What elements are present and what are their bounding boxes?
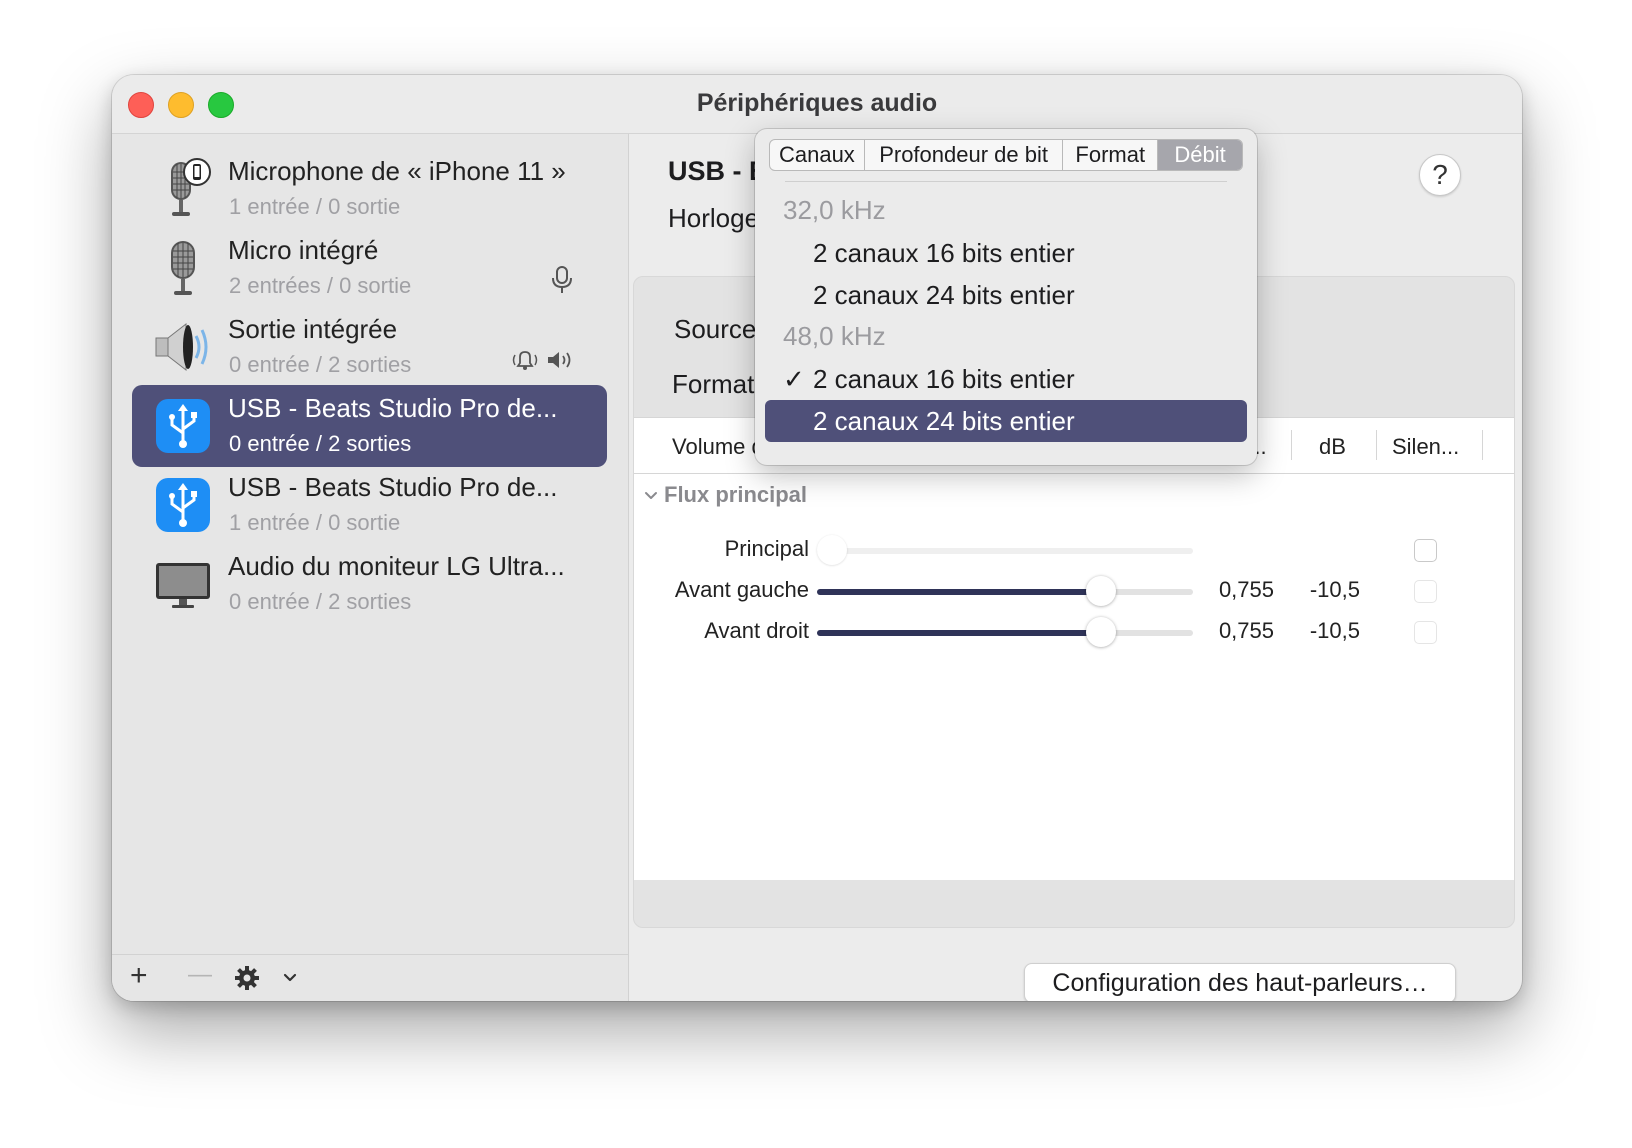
device-io: 0 entrée / 2 sorties bbox=[229, 589, 412, 614]
segment-profondeur-de-bit[interactable]: Profondeur de bit bbox=[865, 140, 1064, 170]
help-button[interactable]: ? bbox=[1419, 154, 1461, 196]
menu-item[interactable]: 2 canaux 24 bits entier bbox=[765, 400, 1247, 442]
channel-label: Avant gauche bbox=[674, 577, 809, 602]
mute-checkbox[interactable] bbox=[1414, 539, 1437, 562]
menu-item[interactable]: ✓ 2 canaux 16 bits entier bbox=[765, 358, 1247, 400]
volume-slider-knob[interactable] bbox=[1085, 617, 1116, 647]
menu-item-label: 2 canaux 16 bits entier bbox=[813, 364, 1075, 394]
format-popup-menu: Canaux Profondeur de bit Format Débit 32,0 … bbox=[755, 129, 1257, 465]
volume-table: Volume d e... dB Silen... Flux principal… bbox=[634, 417, 1514, 880]
usb-icon bbox=[156, 399, 210, 453]
chevron-down-icon[interactable] bbox=[282, 971, 298, 985]
microphone-icon bbox=[171, 241, 195, 295]
device-name: Audio du moniteur LG Ultra... bbox=[228, 551, 565, 581]
monitor-icon bbox=[156, 563, 210, 608]
volume-value: 0,755 bbox=[1218, 618, 1274, 643]
menu-item[interactable]: 2 canaux 24 bits entier bbox=[765, 274, 1247, 316]
volume-slider-fill bbox=[817, 589, 1101, 595]
mute-checkbox[interactable] bbox=[1414, 580, 1437, 603]
volume-db: -10,5 bbox=[1309, 618, 1360, 643]
menu-item-label: 2 canaux 16 bits entier bbox=[813, 238, 1075, 268]
column-volume[interactable]: Volume d bbox=[672, 434, 764, 460]
device-title: USB - B bbox=[668, 156, 769, 186]
title-bar: Périphériques audio bbox=[112, 75, 1522, 134]
device-item-iphone-mic[interactable]: Microphone de « iPhone 11 » 1 entrée / 0… bbox=[132, 148, 607, 230]
speaker-configuration-button[interactable]: Configuration des haut-parleurs… bbox=[1024, 963, 1456, 1001]
add-device-button[interactable]: + bbox=[130, 959, 148, 993]
channel-label: Principal bbox=[724, 536, 809, 561]
column-db[interactable]: dB bbox=[1319, 434, 1346, 460]
iphone-microphone-icon bbox=[171, 158, 211, 216]
device-io: 0 entrée / 2 sorties bbox=[229, 352, 412, 377]
volume-slider-knob bbox=[817, 535, 847, 565]
volume-slider-fill bbox=[817, 630, 1101, 636]
device-io: 2 entrées / 0 sortie bbox=[229, 273, 412, 298]
menu-item-label: 2 canaux 24 bits entier bbox=[813, 280, 1075, 310]
menu-item-label: 48,0 kHz bbox=[783, 321, 886, 351]
volume-slider[interactable] bbox=[817, 576, 1193, 606]
device-name: USB - Beats Studio Pro de... bbox=[228, 472, 558, 502]
group-main-stream[interactable]: Flux principal bbox=[644, 482, 807, 508]
group-label: Flux principal bbox=[664, 482, 808, 507]
volume-slider[interactable] bbox=[817, 617, 1193, 647]
gear-icon[interactable] bbox=[234, 965, 260, 991]
usb-icon bbox=[156, 478, 210, 532]
device-name: Sortie intégrée bbox=[228, 314, 398, 344]
column-mute[interactable]: Silen... bbox=[1392, 434, 1459, 460]
segment-format[interactable]: Format bbox=[1063, 140, 1159, 170]
device-item-builtin-output[interactable]: Sortie intégrée 0 entrée / 2 sorties bbox=[132, 306, 607, 388]
menu-item-label: 2 canaux 24 bits entier bbox=[813, 406, 1075, 436]
speaker-icon bbox=[155, 322, 208, 372]
device-name: Micro intégré bbox=[228, 235, 379, 265]
source-label: Source bbox=[674, 314, 757, 344]
device-item-usb-beats-input[interactable]: USB - Beats Studio Pro de... 1 entrée / … bbox=[132, 464, 607, 546]
sort-segmented-control: Canaux Profondeur de bit Format Débit bbox=[769, 139, 1243, 171]
checkmark-icon: ✓ bbox=[783, 364, 805, 394]
clock-source-label: Horloge bbox=[668, 203, 760, 233]
device-name: Microphone de « iPhone 11 » bbox=[228, 156, 566, 186]
menu-section-header: 32,0 kHz bbox=[765, 189, 1247, 231]
remove-device-button[interactable]: — bbox=[188, 961, 212, 989]
volume-slider-knob[interactable] bbox=[1085, 576, 1116, 606]
volume-db: -10,5 bbox=[1309, 577, 1360, 602]
device-io: 1 entrée / 0 sortie bbox=[229, 510, 401, 535]
device-item-lg-monitor[interactable]: Audio du moniteur LG Ultra... 0 entrée /… bbox=[132, 543, 607, 625]
segment-débit[interactable]: Débit bbox=[1158, 140, 1242, 170]
default-alert-and-output-icons bbox=[512, 351, 571, 370]
device-io: 1 entrée / 0 sortie bbox=[229, 194, 401, 219]
volume-slider bbox=[817, 535, 1193, 565]
menu-section-header: 48,0 kHz bbox=[765, 315, 1247, 357]
default-input-mic-icon bbox=[552, 266, 572, 293]
menu-item[interactable]: 2 canaux 16 bits entier bbox=[765, 232, 1247, 274]
channel-label: Avant droit bbox=[704, 618, 809, 643]
format-label: Format bbox=[672, 369, 755, 399]
device-item-usb-beats-output[interactable]: USB - Beats Studio Pro de... 0 entrée / … bbox=[132, 385, 607, 467]
device-item-builtin-mic[interactable]: Micro intégré 2 entrées / 0 sortie bbox=[132, 227, 607, 309]
segment-canaux[interactable]: Canaux bbox=[770, 140, 865, 170]
device-name: USB - Beats Studio Pro de... bbox=[228, 393, 558, 423]
device-io: 0 entrée / 2 sorties bbox=[229, 431, 412, 456]
menu-item-label: 32,0 kHz bbox=[783, 195, 886, 225]
sidebar-toolbar: + — bbox=[112, 954, 628, 1001]
mute-checkbox[interactable] bbox=[1414, 621, 1437, 644]
disclosure-chevron-icon[interactable] bbox=[644, 490, 658, 502]
window-title: Périphériques audio bbox=[696, 89, 938, 117]
device-list: Microphone de « iPhone 11 » 1 entrée / 0… bbox=[112, 134, 629, 1001]
volume-value: 0,755 bbox=[1218, 577, 1274, 602]
